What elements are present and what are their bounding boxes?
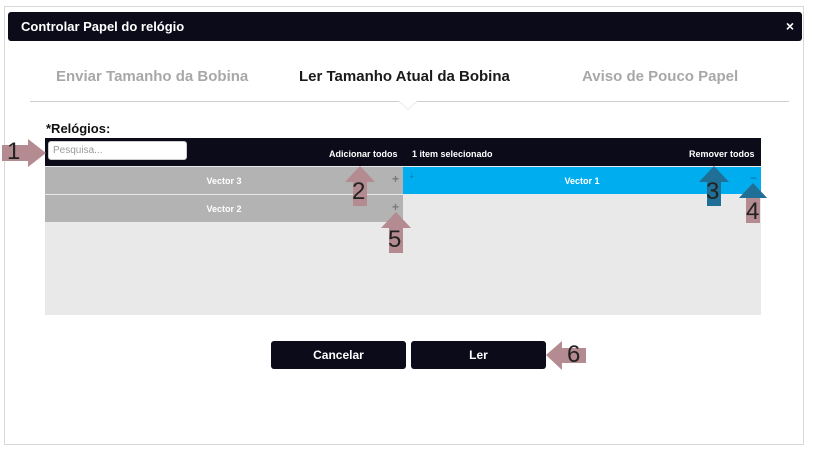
active-tab-caret-inner bbox=[399, 101, 417, 109]
dialog-titlebar: Controlar Papel do relógio × bbox=[8, 12, 802, 41]
callout-number: 4 bbox=[746, 198, 760, 225]
dialog-title: Controlar Papel do relógio bbox=[21, 19, 185, 34]
close-icon[interactable]: × bbox=[786, 18, 794, 34]
tab-enviar-tamanho[interactable]: Enviar Tamanho da Bobina bbox=[56, 68, 248, 85]
cancel-button[interactable]: Cancelar bbox=[271, 341, 406, 369]
search-input[interactable] bbox=[48, 141, 187, 160]
remove-all-link[interactable]: Remover todos bbox=[689, 149, 755, 159]
plus-icon[interactable]: + bbox=[392, 172, 399, 186]
relogios-label: *Relógios: bbox=[46, 121, 111, 136]
tab-aviso-papel[interactable]: Aviso de Pouco Papel bbox=[582, 68, 738, 85]
callout-number: 1 bbox=[7, 138, 21, 165]
add-all-link[interactable]: Adicionar todos bbox=[329, 149, 398, 159]
tab-bar: Enviar Tamanho da Bobina Ler Tamanho Atu… bbox=[30, 68, 790, 102]
callout-number: 2 bbox=[352, 178, 366, 205]
callout-number: 5 bbox=[388, 226, 402, 253]
callout-number: 6 bbox=[567, 341, 581, 368]
callout-number: 3 bbox=[706, 178, 720, 205]
tab-ler-tamanho[interactable]: Ler Tamanho Atual da Bobina bbox=[299, 68, 510, 85]
selected-count: 1 item selecionado bbox=[412, 149, 493, 159]
read-button[interactable]: Ler bbox=[411, 341, 546, 369]
